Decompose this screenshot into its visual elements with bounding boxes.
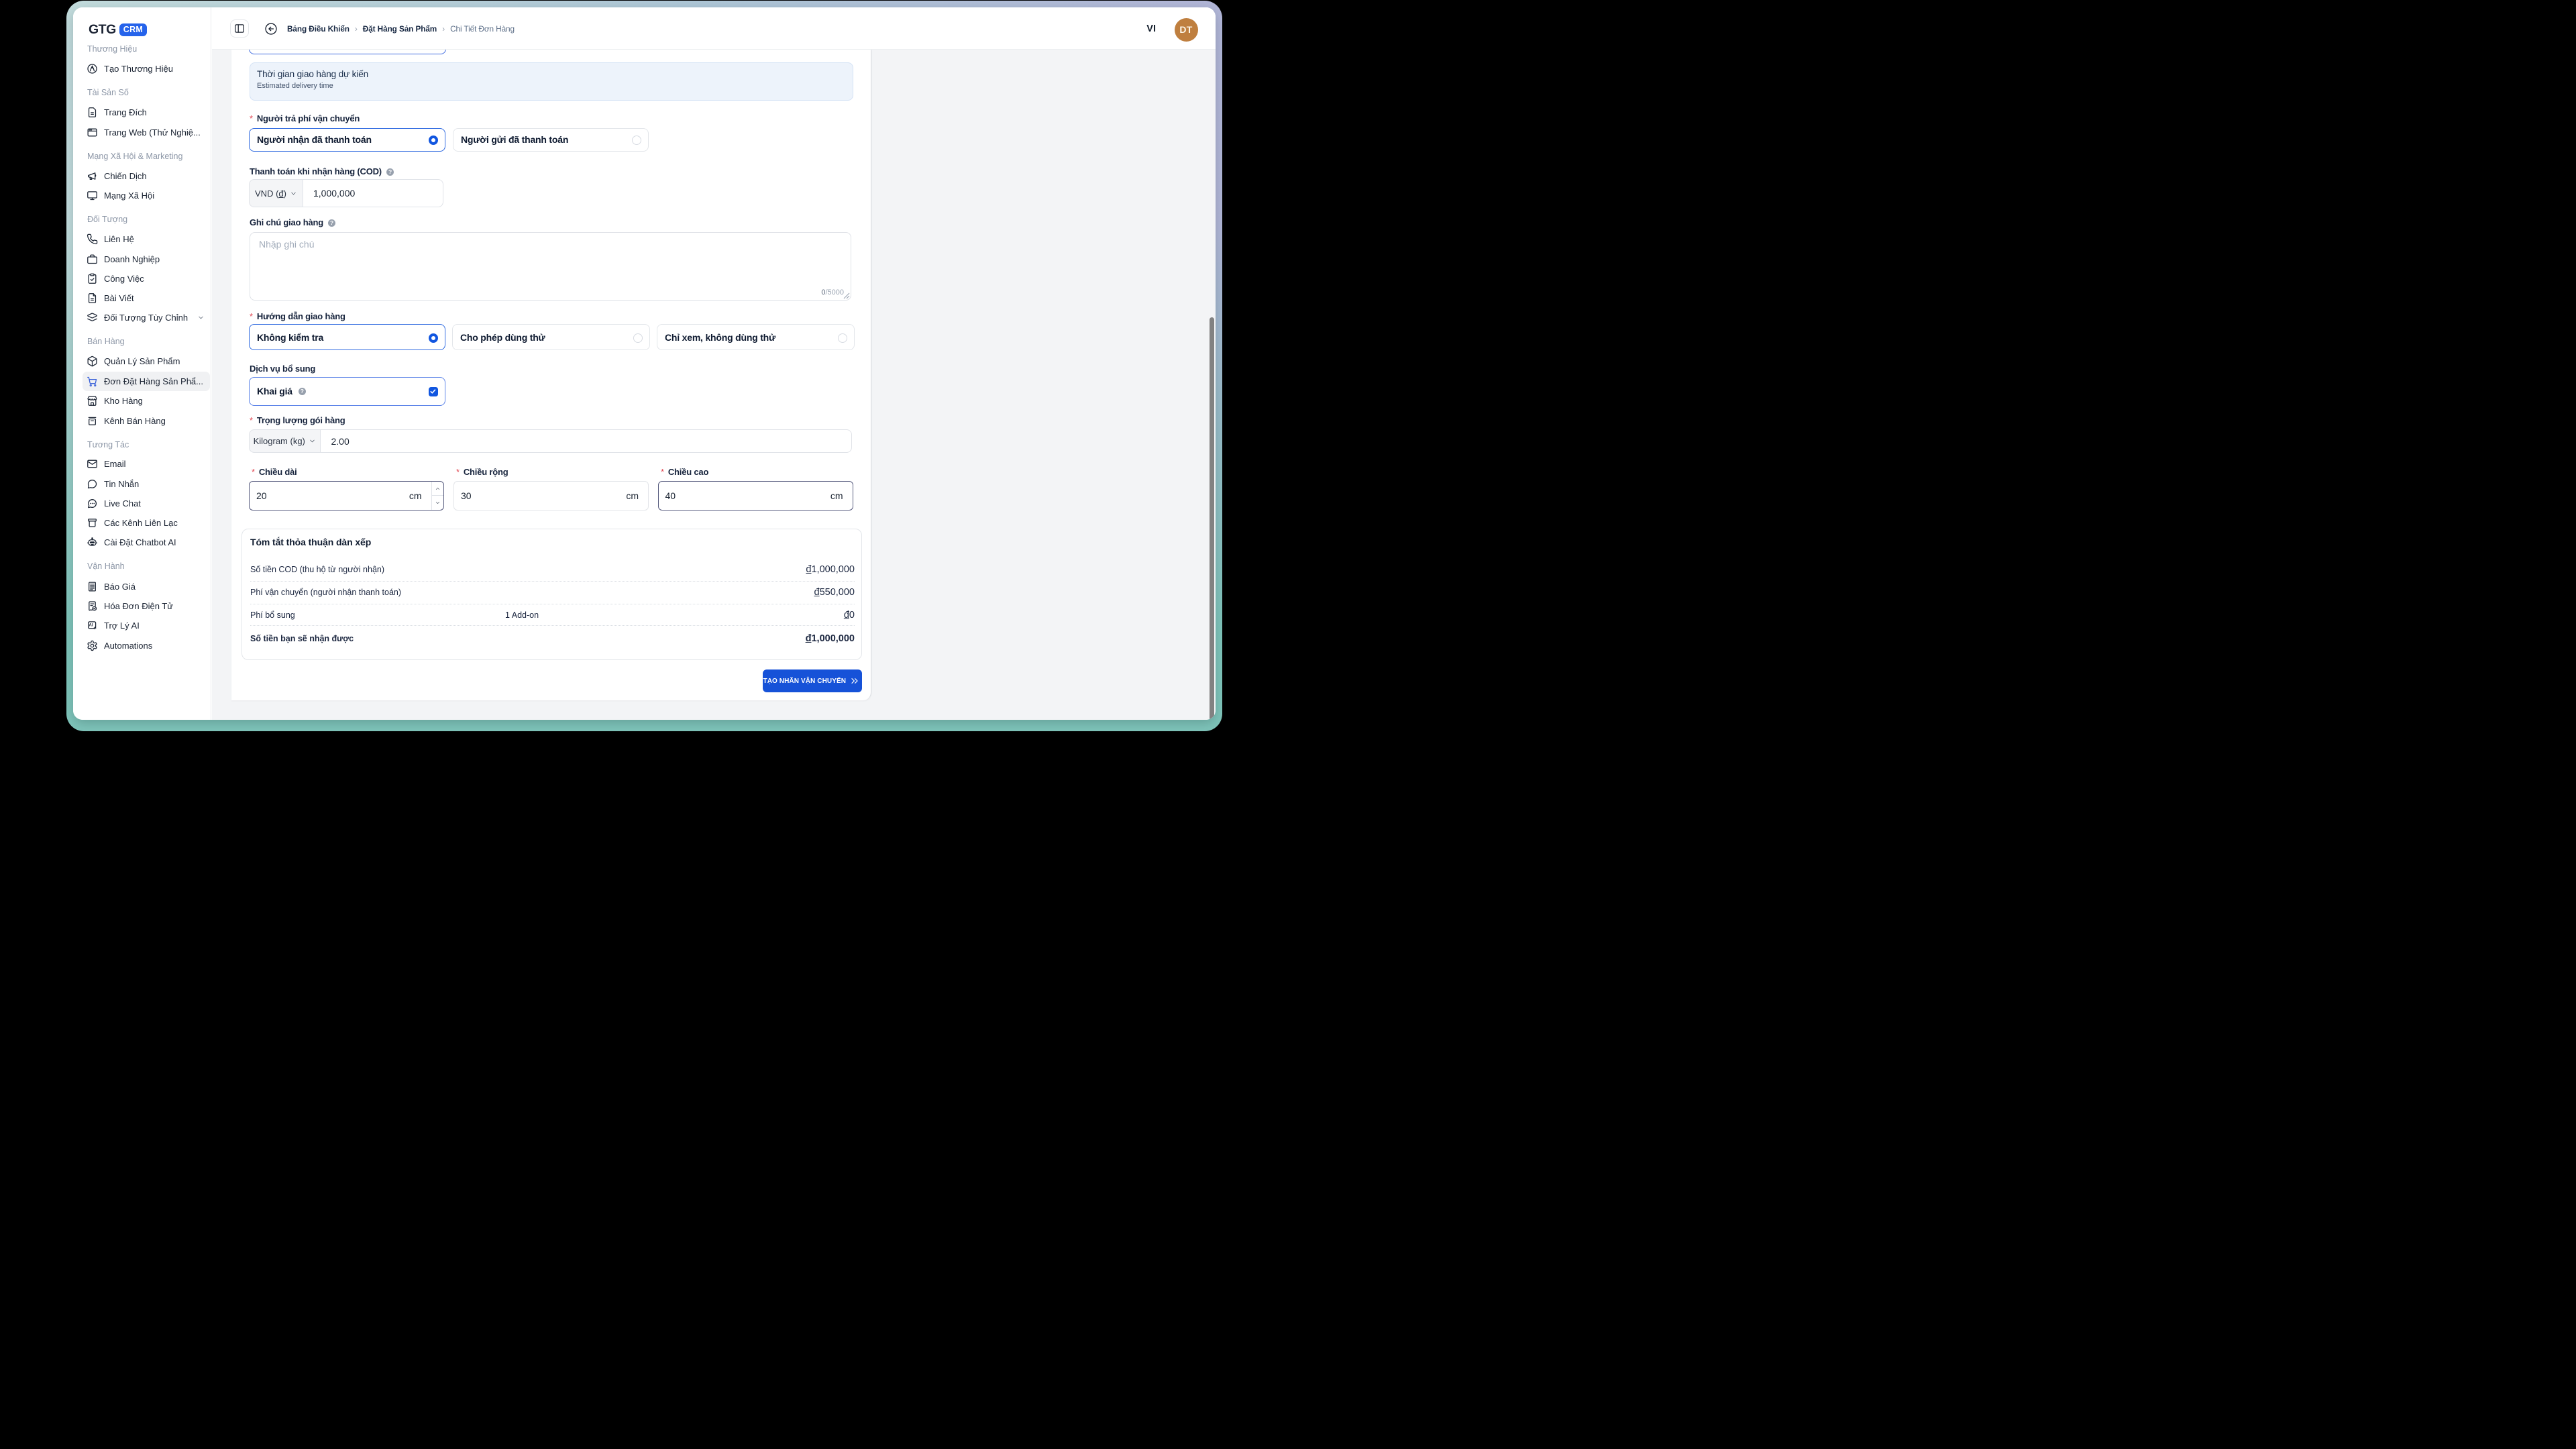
svg-text:AI: AI [89,623,93,627]
